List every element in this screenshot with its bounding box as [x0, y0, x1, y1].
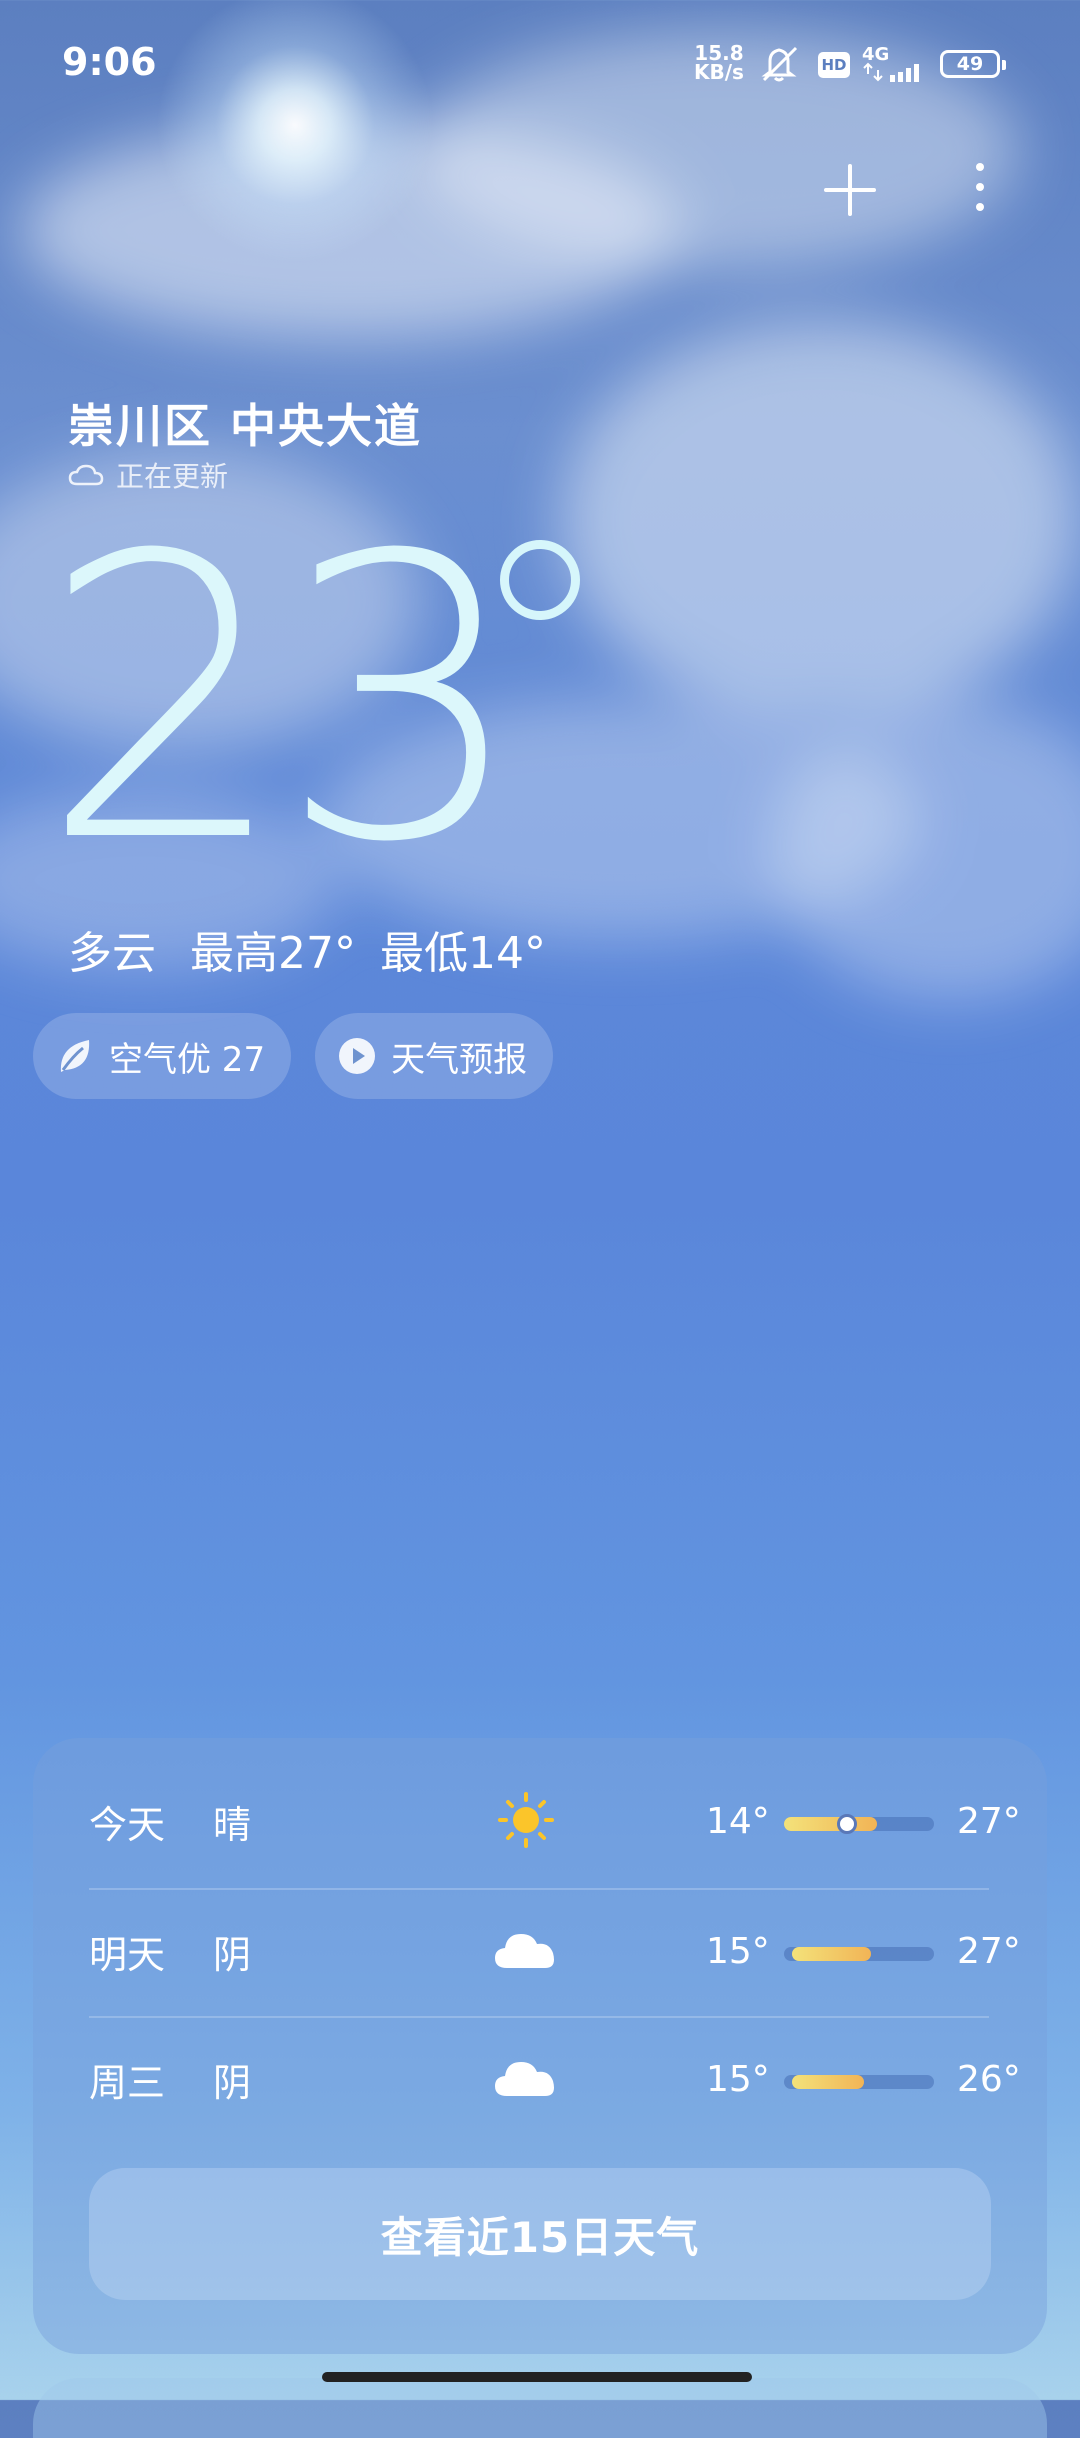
air-quality-label: 空气优 27: [109, 1039, 266, 1080]
cloud-icon: [495, 1934, 554, 1968]
forecast-low: 15°: [706, 1930, 770, 1972]
temperature-range-fill: [791, 1947, 871, 1961]
temp-range: 最高27° 最低14°: [190, 917, 546, 981]
forecast-row-today[interactable]: 今天 晴 14° 27°: [89, 1758, 1021, 1884]
forecast-day: 今天: [89, 1802, 166, 1847]
mute-bell-icon: [761, 46, 798, 82]
weather-summary: 多云 最高27° 最低14°: [68, 917, 546, 981]
info-chips: 空气优 27 天气预报: [33, 1013, 554, 1099]
hd-badge: HD: [818, 52, 850, 78]
home-indicator[interactable]: [322, 2372, 752, 2382]
forecast-video-label: 天气预报: [391, 1039, 528, 1080]
location-title[interactable]: 崇川区 中央大道: [68, 390, 422, 456]
forecast-day: 周三: [89, 2060, 166, 2105]
air-quality-chip[interactable]: 空气优 27: [33, 1013, 292, 1099]
forecast-high: 27°: [957, 1930, 1021, 1972]
forecast-high: 26°: [957, 2058, 1021, 2100]
temperature-range-bar: [784, 1814, 934, 1834]
status-time: 9:06: [62, 40, 157, 84]
temp-high: 最高27°: [190, 928, 356, 979]
temp-low: 最低14°: [380, 928, 546, 979]
forecast-card: 今天 晴 14° 27° 明天 阴 15° 27° 周三 阴 15° 26° 查…: [33, 1738, 1047, 2354]
play-icon: [339, 1038, 376, 1074]
temperature-range-fill: [791, 2075, 864, 2089]
forecast-condition: 晴: [213, 1802, 252, 1847]
forecast-condition: 阴: [213, 2060, 252, 2105]
leaf-icon: [60, 1040, 90, 1072]
battery-indicator: 49: [940, 50, 1006, 78]
forecast-row-wednesday[interactable]: 周三 阴 15° 26°: [89, 2016, 1021, 2142]
next-card-peek: [33, 2378, 1047, 2438]
forecast-high: 27°: [957, 1800, 1021, 1842]
forecast-condition: 阴: [213, 1932, 252, 1977]
forecast-video-chip[interactable]: 天气预报: [315, 1013, 554, 1099]
signal-icon: [863, 62, 919, 82]
forecast-low: 15°: [706, 2058, 770, 2100]
add-city-button[interactable]: [820, 160, 880, 220]
network-speed: 15.8 KB/s: [694, 41, 744, 84]
forecast-row-tomorrow[interactable]: 明天 阴 15° 27°: [89, 1888, 1021, 2014]
forecast-low: 14°: [706, 1800, 770, 1842]
temperature-range-bar: [784, 1947, 934, 1961]
more-menu-button[interactable]: [960, 155, 1000, 225]
sun-icon: [498, 1792, 554, 1848]
temperature-range-fill: [784, 1817, 877, 1831]
current-temp-marker: [837, 1814, 857, 1834]
current-temperature: 23: [40, 473, 526, 927]
current-condition: 多云: [68, 928, 156, 979]
view-15-day-forecast-button[interactable]: 查看近15日天气: [89, 2168, 991, 2300]
cloud-icon: [495, 2062, 554, 2096]
forecast-day: 明天: [89, 1932, 166, 1977]
temperature-range-bar: [784, 2075, 934, 2089]
degree-symbol: [500, 540, 580, 620]
status-bar: 9:06 15.8 KB/s HD 4G 49: [0, 0, 1080, 130]
